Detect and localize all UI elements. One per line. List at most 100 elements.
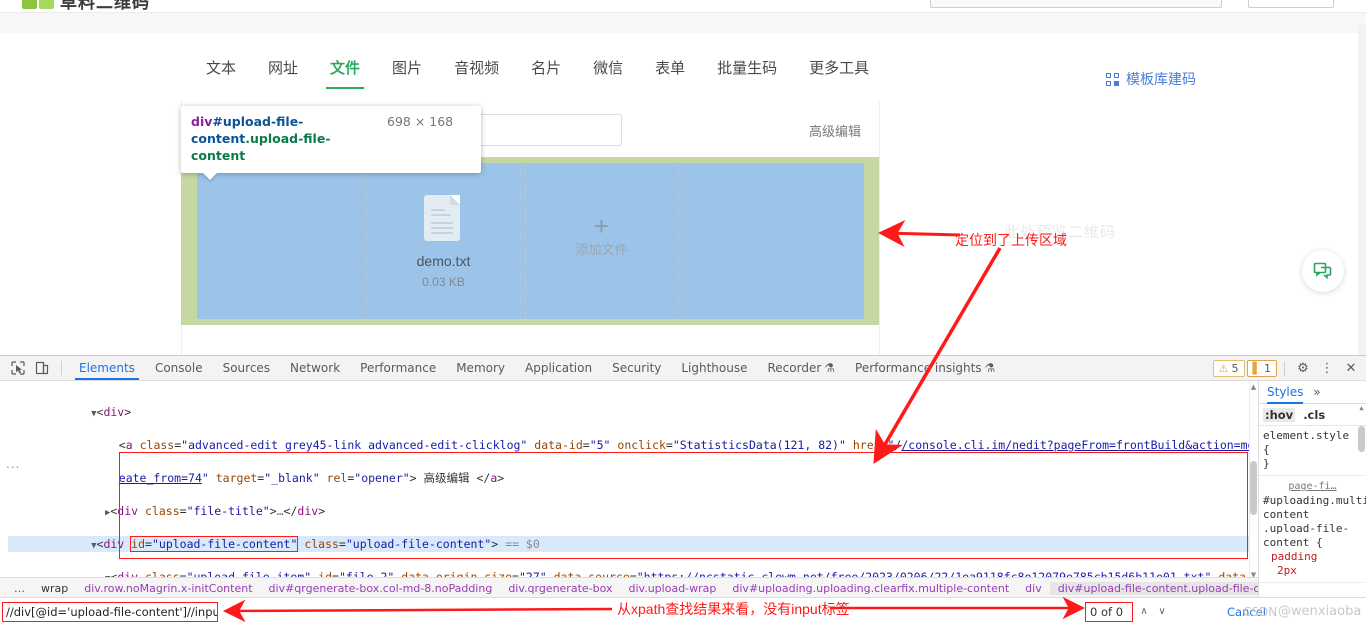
styles-scroll-up-icon[interactable]: ▲ (1357, 404, 1366, 412)
warning-badge[interactable]: ⚠ 5 (1212, 360, 1245, 377)
tab-av[interactable]: 音视频 (438, 55, 515, 83)
advanced-edit-link[interactable]: 高级编辑 (809, 121, 861, 140)
warning-count: 5 (1231, 362, 1239, 375)
tab-label: Application (525, 361, 593, 375)
breadcrumb-upload-wrap[interactable]: div.upload-wrap (621, 582, 725, 595)
feedback-fab-button[interactable] (1302, 250, 1344, 292)
error-count: 1 (1264, 362, 1271, 375)
devtools-tab-performance-insights[interactable]: Performance insights ⚗ (845, 356, 1005, 380)
tab-label: Performance insights (855, 361, 982, 375)
element-style-close: } (1263, 457, 1270, 470)
breadcrumb-qrgenerate-box[interactable]: div.qrgenerate-box (500, 582, 620, 595)
devtools-toolbar: Elements Console Sources Network Perform… (0, 356, 1366, 381)
devtools-tab-performance[interactable]: Performance (350, 356, 446, 380)
header-primary-button[interactable] (1248, 0, 1334, 8)
toolbar-divider (61, 361, 62, 375)
annotation-xpath-text: 从xpath查找结果来看，没有input标签 (617, 601, 850, 617)
settings-gear-icon[interactable]: ⚙ (1292, 358, 1314, 380)
element-style-rule[interactable]: element.style { } (1259, 426, 1366, 476)
dom-tree-pane[interactable]: ... ▼<div> <a class="advanced-edit grey4… (0, 381, 1258, 625)
scroll-up-icon[interactable]: ▲ (1249, 383, 1258, 391)
devtools-tab-elements[interactable]: Elements (69, 356, 145, 380)
devtools-tab-memory[interactable]: Memory (446, 356, 515, 380)
tab-label: Network (290, 361, 341, 375)
devtools-tab-recorder[interactable]: Recorder ⚗ (758, 356, 846, 380)
dom-search-input[interactable]: //div[@id='upload-file-content']//input (2, 601, 218, 622)
styles-pane: Styles » :hov .cls element.style { } pag… (1258, 381, 1366, 625)
more-options-icon[interactable]: ⋮ (1316, 358, 1338, 380)
tab-label: Lighthouse (681, 361, 748, 375)
tab-card[interactable]: 名片 (515, 55, 577, 83)
uploaded-file-size: 0.03 KB (422, 275, 465, 289)
tab-label: Performance (360, 361, 437, 375)
hov-toggle[interactable]: :hov (1263, 407, 1296, 422)
tab-form[interactable]: 表单 (639, 55, 701, 83)
logo-square-left (22, 0, 37, 9)
search-prev-button[interactable]: ∧ (1136, 602, 1152, 622)
dom-line[interactable]: ▼<div> (8, 404, 1258, 421)
dom-scroll-thumb[interactable] (1250, 461, 1257, 515)
upload-file-item-slot[interactable] (366, 163, 521, 319)
devtools-body: ... ▼<div> <a class="advanced-edit grey4… (0, 381, 1366, 625)
plus-icon[interactable]: + (524, 213, 679, 239)
dom-scrollbar[interactable]: ▲ ▼ (1249, 381, 1258, 581)
close-devtools-icon[interactable]: ✕ (1340, 358, 1362, 380)
devtools-tab-lighthouse[interactable]: Lighthouse (671, 356, 757, 380)
styles-scrollbar[interactable]: ▲ ▼ (1357, 404, 1366, 625)
breadcrumb-row-initcontent[interactable]: div.row.noMagrin.x-initContent (76, 582, 260, 595)
experiment-flask-icon: ⚗ (824, 361, 836, 375)
styles-tab[interactable]: Styles (1267, 385, 1304, 404)
devtools-tab-application[interactable]: Application (515, 356, 602, 380)
css-property-padding[interactable]: padding (1263, 550, 1362, 564)
tab-file[interactable]: 文件 (314, 55, 376, 89)
dom-line[interactable]: <a class="advanced-edit grey45-link adva… (8, 437, 1258, 454)
brand-title: 草料二维码 (60, 0, 150, 12)
tab-label: Security (612, 361, 662, 375)
inspect-element-icon[interactable] (6, 357, 30, 379)
breadcrumb-div[interactable]: div (1017, 582, 1050, 595)
chat-icon (1313, 262, 1332, 280)
error-badge[interactable]: ▌ 1 (1246, 360, 1277, 377)
search-next-button[interactable]: ∨ (1154, 602, 1170, 622)
styles-scroll-thumb[interactable] (1358, 426, 1365, 452)
header-search-box[interactable] (930, 0, 1222, 8)
cls-toggle[interactable]: .cls (1303, 408, 1325, 422)
device-toolbar-icon[interactable] (30, 357, 54, 379)
devtools-tab-network[interactable]: Network (280, 356, 350, 380)
page-scrollbar-rail[interactable] (1358, 25, 1366, 368)
devtools-tab-security[interactable]: Security (602, 356, 671, 380)
tab-label: Memory (456, 361, 506, 375)
content-type-tabs: 文本 网址 文件 图片 音视频 名片 微信 表单 批量生码 更多工具 (190, 55, 885, 89)
grid-icon (1106, 72, 1120, 86)
breadcrumb-uploading[interactable]: div#uploading.uploading.clearfix.multipl… (724, 582, 1017, 595)
styles-overflow-icon[interactable]: » (1313, 385, 1320, 399)
add-file-label[interactable]: 添加文件 (524, 239, 679, 258)
breadcrumb-wrap[interactable]: wrap (33, 582, 76, 595)
tab-wechat[interactable]: 微信 (577, 55, 639, 83)
tab-url[interactable]: 网址 (252, 55, 314, 83)
breadcrumb-ellipsis-left[interactable]: … (6, 582, 33, 595)
uploaded-file-name: demo.txt (416, 253, 471, 269)
dom-line-selected[interactable]: ▼<div id="upload-file-content" class="up… (8, 535, 1258, 552)
tab-image[interactable]: 图片 (376, 55, 438, 83)
css-value-padding[interactable]: 2px (1263, 564, 1362, 578)
css-rule-uploading[interactable]: page-fi… #uploading.multiple-content .up… (1259, 476, 1366, 583)
breadcrumb-upload-file-content[interactable]: div#upload-file-content.upload-file-cont… (1049, 581, 1258, 595)
tab-batch[interactable]: 批量生码 (701, 55, 793, 83)
tab-text[interactable]: 文本 (190, 55, 252, 83)
inspector-class: .upload-file (245, 131, 326, 146)
tab-more-tools[interactable]: 更多工具 (793, 55, 885, 83)
inspector-dimensions: 698 × 168 (387, 114, 454, 129)
dom-line[interactable]: eate_from=74" target="_blank" rel="opene… (8, 470, 1258, 487)
logo-square-right (39, 0, 54, 9)
stylesheet-source-link[interactable]: page-fi… (1288, 481, 1336, 492)
devtools-tab-sources[interactable]: Sources (213, 356, 280, 380)
devtools-tab-console[interactable]: Console (145, 356, 213, 380)
tab-label: Console (154, 361, 203, 375)
dom-breadcrumb: … wrap div.row.noMagrin.x-initContent di… (0, 577, 1258, 598)
styles-pane-toggles: :hov .cls (1259, 404, 1366, 426)
template-library-link[interactable]: 模板库建码 (1106, 69, 1196, 89)
screenshot-root: 草料二维码 文本 网址 文件 图片 音视频 名片 微信 表单 批量生码 更多工具… (0, 0, 1366, 625)
dom-line[interactable]: ▶<div class="file-title">…</div> (8, 503, 1258, 520)
breadcrumb-qrgenerate-box-col[interactable]: div#qrgenerate-box.col-md-8.noPadding (261, 582, 501, 595)
